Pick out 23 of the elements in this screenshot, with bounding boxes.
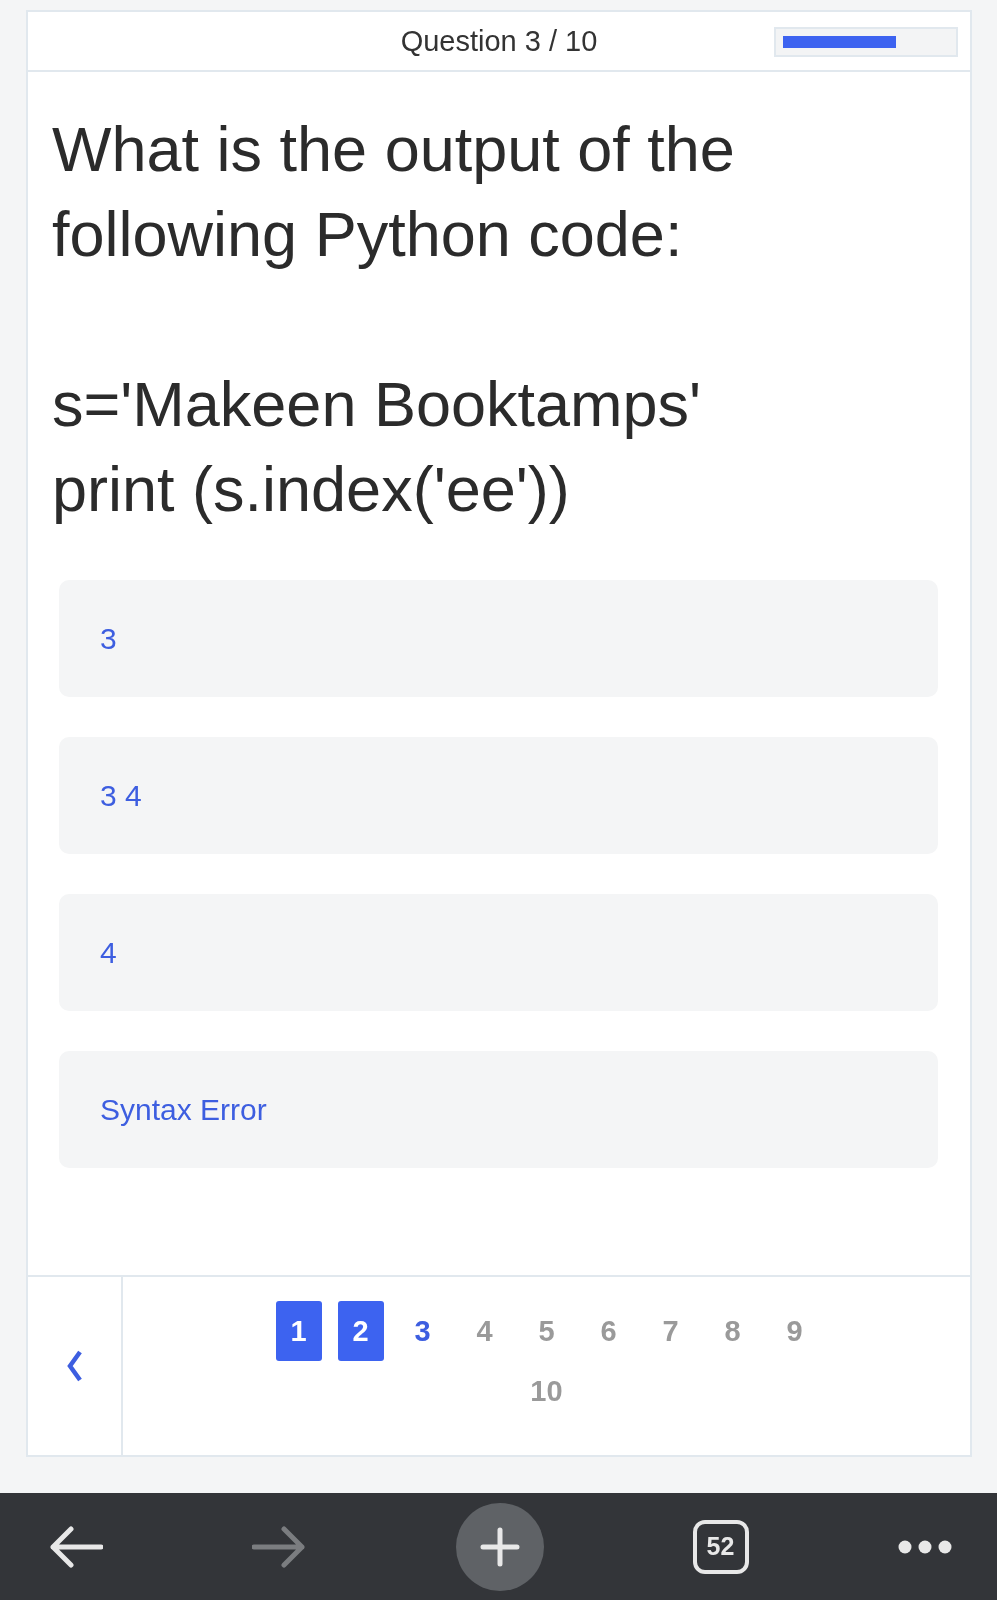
more-button[interactable] <box>897 1538 953 1555</box>
page-number[interactable]: 5 <box>523 1301 570 1361</box>
question-text: What is the output of the following Python code: s='Makeen Booktamps' print (s.index('ee')) <box>51 113 736 526</box>
arrow-left-icon <box>47 1524 103 1569</box>
page-number[interactable]: 1 <box>275 1301 322 1361</box>
arrow-right-icon <box>251 1524 308 1569</box>
more-icon <box>897 1538 953 1555</box>
page-number[interactable]: 8 <box>709 1301 756 1361</box>
page-number[interactable]: 6 <box>585 1301 632 1361</box>
page-number[interactable]: 7 <box>647 1301 694 1361</box>
tab-count-button[interactable]: 52 <box>692 1519 749 1574</box>
page-number[interactable]: 3 <box>399 1301 446 1361</box>
page-number[interactable]: 9 <box>771 1301 818 1361</box>
plus-icon <box>480 1526 520 1567</box>
back-button[interactable] <box>47 1524 103 1569</box>
page-number[interactable]: 2 <box>337 1301 384 1361</box>
question-counter: Question 3 / 10 <box>400 24 598 58</box>
page-number[interactable]: 10 <box>523 1361 570 1421</box>
answer-option[interactable]: 3 4 <box>59 737 938 854</box>
answer-option[interactable]: Syntax Error <box>59 1051 938 1168</box>
answer-option[interactable]: 3 <box>59 580 938 697</box>
page-number[interactable]: 4 <box>461 1301 508 1361</box>
answer-option[interactable]: 4 <box>59 894 938 1011</box>
